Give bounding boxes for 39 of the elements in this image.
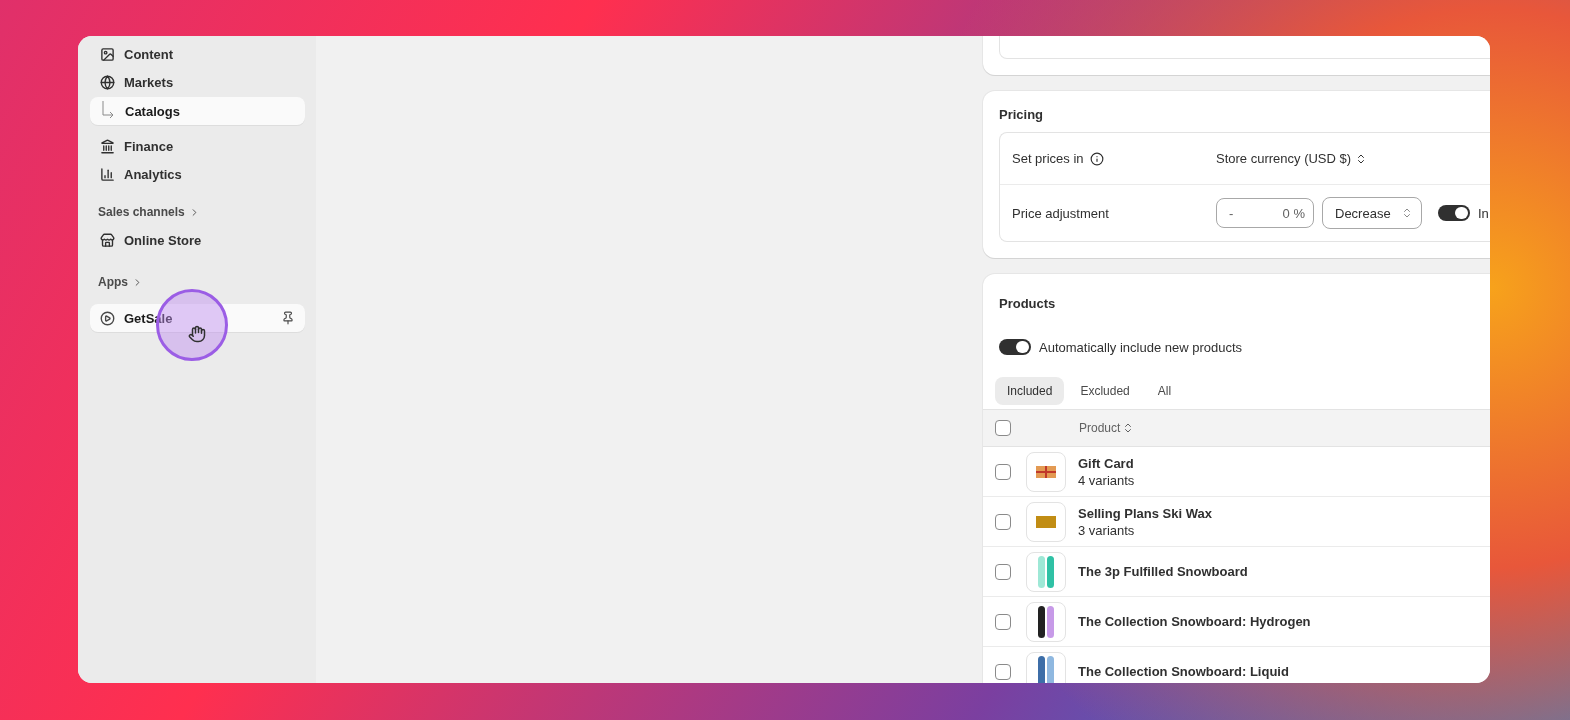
nav-item[interactable]: Online Store xyxy=(90,226,305,254)
currency-select[interactable]: Store currency (USD $) xyxy=(1216,151,1368,166)
filter-tab[interactable]: All xyxy=(1145,377,1184,405)
section-link[interactable]: Sales channels xyxy=(90,200,305,224)
toggle-label: In xyxy=(1478,205,1489,221)
nav-item[interactable]: Content xyxy=(90,40,305,68)
nav-item[interactable]: Finance xyxy=(90,132,305,160)
section-link[interactable]: Apps xyxy=(90,270,305,294)
field-label: Set prices in xyxy=(1012,151,1084,166)
adjustment-input[interactable]: - 0 % xyxy=(1216,198,1314,228)
variant-count: 3 variants xyxy=(1078,522,1136,538)
nav-item[interactable]: Analytics xyxy=(90,160,305,188)
product-name: Gift Card xyxy=(1078,455,1135,471)
product-name: The Collection Snowboard: Liquid xyxy=(1078,664,1289,679)
nav-label: Content xyxy=(124,46,175,62)
filter-tab[interactable]: Included xyxy=(995,377,1065,405)
nav-item[interactable]: Markets xyxy=(90,68,305,96)
nav-label: Catalogs xyxy=(125,103,181,119)
nav-label: Markets xyxy=(124,74,175,90)
product-name: The Collection Snowboard: Hydrogen xyxy=(1078,614,1311,629)
table-row[interactable]: The Collection Snowboard: Liquid xyxy=(983,647,1490,683)
filter-tab[interactable]: Excluded xyxy=(1068,377,1142,405)
product-name: Selling Plans Ski Wax xyxy=(1078,505,1212,521)
variant-count: 4 variants xyxy=(1078,472,1135,488)
card-title: Products xyxy=(998,295,1057,311)
direction-select[interactable]: Decrease xyxy=(1322,197,1422,229)
field-label: Price adjustment xyxy=(1012,205,1109,221)
nav-label: Analytics xyxy=(124,166,183,182)
table-row[interactable]: Gift Card 4 variants xyxy=(983,447,1490,497)
product-name: The 3p Fulfilled Snowboard xyxy=(1078,564,1248,579)
sort-header[interactable]: Product xyxy=(1079,421,1135,435)
table-row[interactable]: Selling Plans Ski Wax 3 variants xyxy=(983,497,1490,547)
nav-label: Online Store xyxy=(124,232,203,248)
table-row[interactable]: The Collection Snowboard: Hydrogen xyxy=(983,597,1490,647)
nav-label: Finance xyxy=(124,138,175,154)
nav-item[interactable]: Catalogs xyxy=(90,97,305,125)
card-title: Pricing xyxy=(998,106,1045,122)
table-row[interactable]: The 3p Fulfilled Snowboard xyxy=(983,547,1490,597)
toggle-label: Automatically include new products xyxy=(1039,339,1243,355)
